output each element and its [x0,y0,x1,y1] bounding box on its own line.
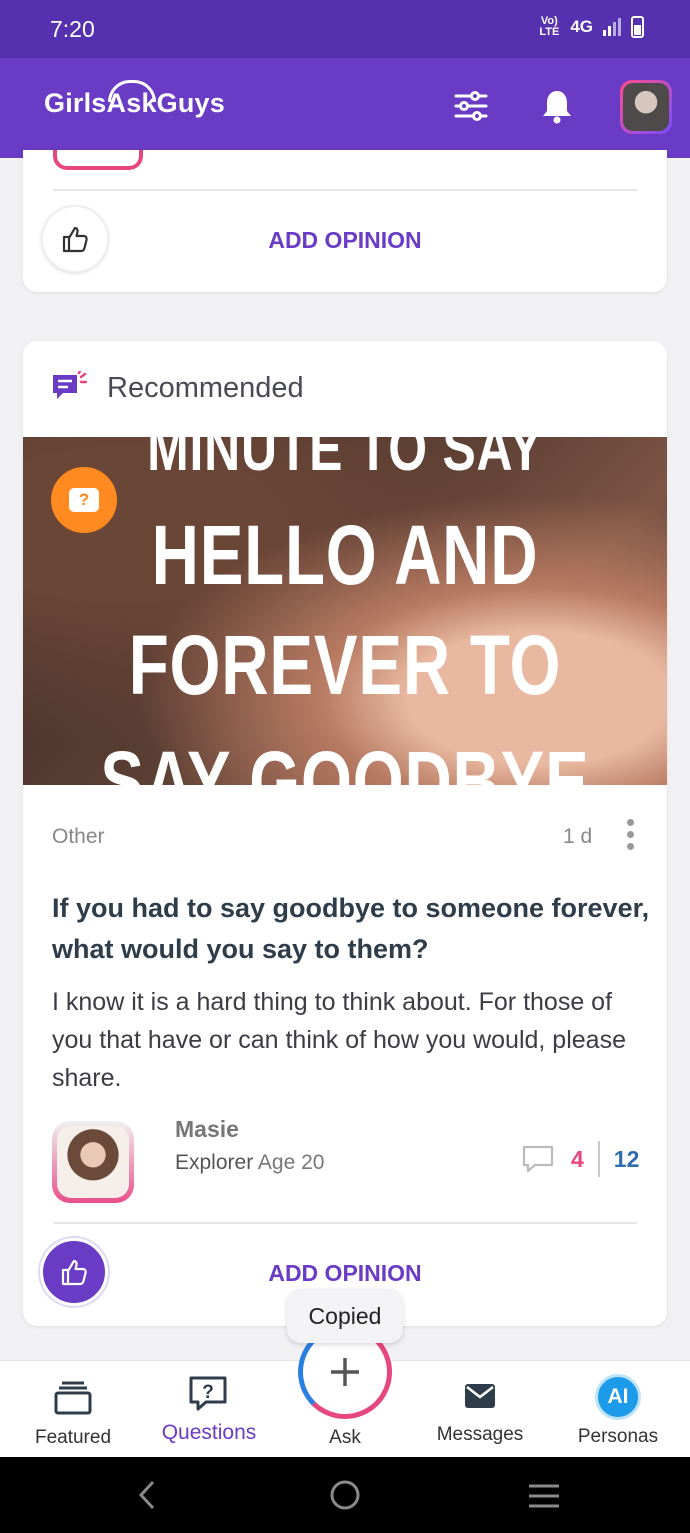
partial-author-avatar [53,150,143,170]
divider [53,1222,637,1224]
nav-featured[interactable]: Featured [20,1361,126,1458]
back-icon[interactable] [135,1479,159,1511]
app-header: GirlsAskGuys [0,58,690,158]
image-text-line: MINUTE TO SAY [147,437,543,484]
status-time: 7:20 [50,16,95,42]
question-badge-icon: ? [51,467,117,533]
author-meta: Explorer Age 20 [175,1151,324,1175]
author-role: Explorer [175,1151,254,1174]
bell-icon[interactable] [540,88,574,124]
network-type: 4G [570,17,593,36]
add-opinion-button[interactable]: ADD OPINION [23,1260,667,1287]
stats-divider [597,1141,600,1177]
question-image[interactable]: MINUTE TO SAY HELLO AND FOREVER TO SAY G… [23,437,667,785]
nav-messages[interactable]: Messages [425,1361,535,1458]
recommended-header: Recommended [51,371,304,405]
recommended-card: Recommended MINUTE TO SAY HELLO AND FORE… [23,341,667,1326]
system-nav-bar [0,1457,690,1533]
question-stats: 4 12 [521,1141,639,1177]
nav-personas-label: Personas [577,1426,659,1447]
questions-icon: ? [189,1376,227,1411]
filter-icon[interactable] [453,88,489,124]
home-icon[interactable] [329,1479,361,1511]
nav-messages-label: Messages [436,1424,524,1445]
divider [53,189,637,191]
image-text-line: SAY GOODBYE [100,734,590,785]
nav-ask-label: Ask [329,1427,361,1448]
copied-toast: Copied [287,1289,403,1343]
author-age: Age 20 [257,1151,325,1174]
nav-questions-label: Questions [161,1421,257,1444]
author-name[interactable]: Masie [175,1116,239,1143]
personas-ai-icon: AI [595,1374,641,1420]
comment-icon [522,1145,554,1173]
question-title[interactable]: If you had to say goodbye to someone for… [52,888,652,970]
recommended-icon [53,371,87,399]
featured-icon [54,1381,92,1415]
more-options-icon[interactable] [625,819,635,850]
time-ago: 1 d [563,825,593,848]
plus-icon [331,1358,359,1386]
category-label[interactable]: Other [52,825,105,849]
nav-featured-label: Featured [34,1427,112,1448]
add-opinion-button[interactable]: ADD OPINION [23,227,667,254]
volte-indicator: Vo) LTE [539,15,560,38]
recents-icon[interactable] [527,1483,561,1509]
profile-avatar[interactable] [620,80,672,134]
image-text-line: HELLO AND [151,508,539,602]
app-logo[interactable]: GirlsAskGuys [44,88,225,119]
system-indicators: Vo) LTE 4G [538,16,644,38]
previous-question-card: ADD OPINION [23,150,667,292]
nav-questions[interactable]: ? Questions [150,1361,268,1458]
nav-personas[interactable]: AI Personas [565,1361,671,1458]
messages-icon [465,1384,495,1408]
image-text-line: FOREVER TO [128,618,562,712]
status-bar: 7:20 Vo) LTE 4G [0,0,690,58]
signal-icon [603,18,621,36]
recommended-heading: Recommended [107,371,304,404]
battery-icon [631,16,644,38]
views-count: 12 [613,1145,640,1172]
opinions-count: 4 [571,1145,584,1172]
svg-text:?: ? [202,1382,214,1403]
question-body[interactable]: I know it is a hard thing to think about… [52,983,652,1097]
author-avatar[interactable] [52,1121,134,1203]
